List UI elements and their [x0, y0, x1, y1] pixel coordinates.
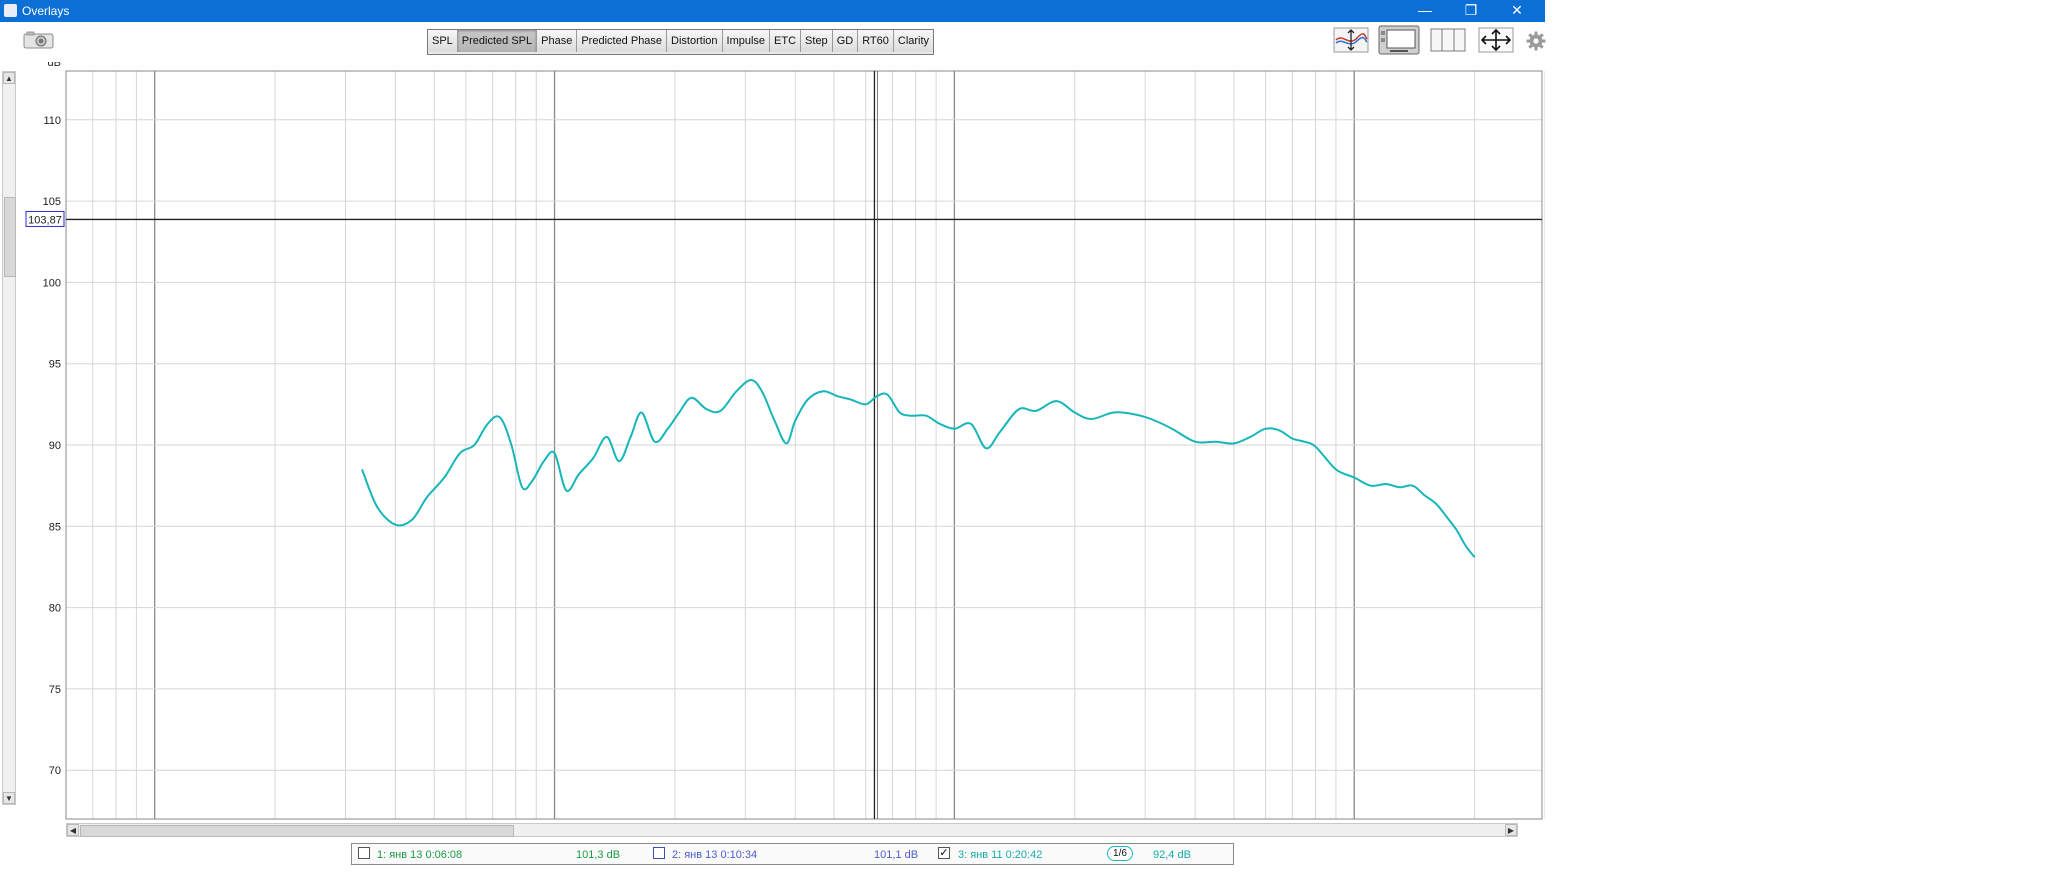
scroll-right-icon[interactable]: ▶	[1505, 824, 1517, 836]
window-title: Overlays	[22, 4, 70, 18]
minimize-icon[interactable]: —	[1402, 0, 1448, 22]
title-bar[interactable]: Overlays — ❐ ✕	[0, 0, 1545, 22]
legend-value-1: 101,3 dB	[576, 849, 621, 861]
y-readout-label: 103,87	[28, 214, 62, 226]
horizontal-scroll-thumb[interactable]	[80, 825, 514, 837]
smoothing-selector[interactable]: 1/6	[1107, 846, 1133, 861]
tab-step[interactable]: Step	[801, 30, 833, 52]
legend-label-3: 3: янв 11 0:20:42	[958, 849, 1043, 861]
app-icon	[4, 4, 17, 17]
spl-chart[interactable]: 110105100959085807570dB67891020304050607…	[0, 62, 1545, 822]
tab-predicted-phase[interactable]: Predicted Phase	[577, 30, 668, 52]
settings-gear-icon[interactable]	[1526, 31, 1546, 51]
legend-bar: 1: янв 13 0:06:08 101,3 dB 2: янв 13 0:1…	[351, 843, 1234, 865]
y-tick-label: 80	[49, 603, 61, 615]
scroll-down-icon[interactable]: ▼	[3, 792, 15, 804]
scroll-left-icon[interactable]: ◀	[67, 824, 79, 836]
close-icon[interactable]: ✕	[1494, 0, 1540, 22]
graph-tabs: SPL Predicted SPL Phase Predicted Phase …	[427, 29, 935, 55]
overlays-window: Overlays — ❐ ✕ SPL Predicted SPL Phase P…	[0, 0, 1546, 870]
y-tick-label: 100	[43, 277, 61, 289]
legend-label-1: 1: янв 13 0:06:08	[377, 849, 463, 861]
fit-axes-icon[interactable]	[1478, 27, 1514, 53]
vertical-scrollbar[interactable]: ▲ ▼	[2, 71, 16, 805]
tab-phase[interactable]: Phase	[537, 30, 578, 52]
tab-clarity[interactable]: Clarity	[893, 30, 934, 52]
y-tick-label: 105	[43, 196, 61, 208]
tab-spl[interactable]: SPL	[428, 30, 458, 52]
vertical-scroll-thumb[interactable]	[4, 197, 16, 277]
y-tick-label: 70	[49, 765, 61, 777]
tab-impulse[interactable]: Impulse	[722, 30, 771, 52]
y-tick-label: 90	[49, 440, 61, 452]
y-tick-label: 85	[49, 521, 61, 533]
axis-labels: 110105100959085807570dB67891020304050607…	[43, 62, 61, 777]
tab-rt60[interactable]: RT60	[858, 30, 894, 52]
layout-columns-icon[interactable]	[1430, 27, 1466, 53]
legend-value-3: 92,4 dB	[1153, 849, 1191, 861]
spl-trace-line	[361, 378, 1476, 558]
y-unit-label: dB	[48, 62, 61, 69]
graph-controls-icon[interactable]	[1333, 27, 1369, 53]
y-tick-label: 95	[49, 359, 61, 371]
capture-icon[interactable]	[1378, 25, 1420, 55]
tab-gd[interactable]: GD	[832, 30, 859, 52]
y-tick-label: 110	[43, 115, 61, 127]
legend-checkbox-1[interactable]	[358, 847, 370, 859]
legend-checkbox-3[interactable]: ✓	[938, 847, 950, 859]
tab-predicted-spl[interactable]: Predicted SPL	[457, 30, 538, 52]
toolbar: SPL Predicted SPL Phase Predicted Phase …	[0, 22, 1546, 62]
horizontal-scrollbar[interactable]: ◀ ▶	[66, 823, 1518, 837]
scroll-up-icon[interactable]: ▲	[3, 72, 15, 84]
legend-checkbox-2[interactable]	[653, 847, 665, 859]
legend-value-2: 101,1 dB	[874, 849, 919, 861]
tab-distortion[interactable]: Distortion	[667, 30, 723, 52]
legend-label-2: 2: янв 13 0:10:34	[672, 849, 758, 861]
camera-icon[interactable]	[22, 30, 56, 50]
tab-etc[interactable]: ETC	[770, 30, 802, 52]
chart-grid	[65, 71, 1545, 819]
y-tick-label: 75	[49, 684, 61, 696]
restore-icon[interactable]: ❐	[1448, 0, 1494, 22]
